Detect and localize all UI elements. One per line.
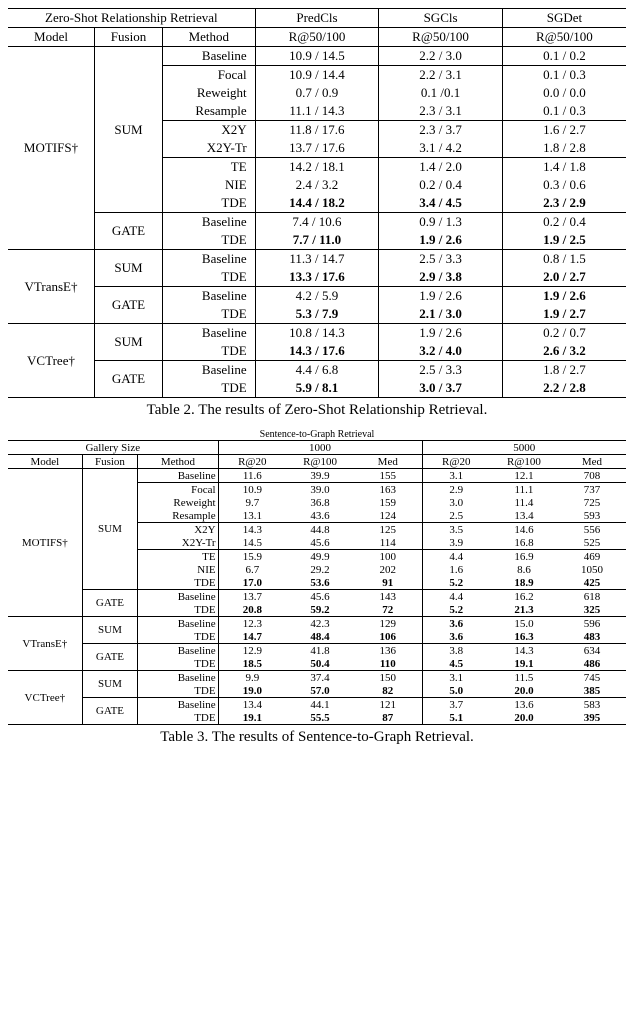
- table-sentence-to-graph: Gallery Size 1000 5000 Model Fusion Meth…: [8, 440, 626, 725]
- table3-caption: Table 3. The results of Sentence-to-Grap…: [8, 729, 626, 746]
- hdr-r-predcls: R@50/100: [255, 28, 379, 47]
- col-sgcls: SGCls: [379, 9, 503, 28]
- table-row: GATE Baseline 4.4 / 6.8 2.5 / 3.3 1.8 / …: [8, 361, 626, 380]
- model-vtranse: VTransE†: [8, 250, 95, 324]
- table-row: MOTIFS† SUM Baseline 11.639.9155 3.112.1…: [8, 469, 626, 483]
- hdr-5000: 5000: [422, 441, 626, 455]
- model-vctree: VCTree†: [8, 324, 95, 398]
- hdr-1000: 1000: [218, 441, 422, 455]
- col-sgdet: SGDet: [502, 9, 626, 28]
- table-row: VTransE† SUM Baseline 11.3 / 14.7 2.5 / …: [8, 250, 626, 269]
- hdr-model: Model: [8, 28, 95, 47]
- fusion-sum: SUM: [95, 47, 163, 213]
- hdr-fusion: Fusion: [95, 28, 163, 47]
- col-predcls: PredCls: [255, 9, 379, 28]
- header-spanner: Zero-Shot Relationship Retrieval: [8, 9, 255, 28]
- table2-caption: Table 2. The results of Zero-Shot Relati…: [8, 402, 626, 419]
- model-motifs: MOTIFS†: [8, 47, 95, 250]
- table-row: VCTree† SUM Baseline 10.8 / 14.3 1.9 / 2…: [8, 324, 626, 343]
- table-row: GATE Baseline 13.745.6143 4.416.2618: [8, 590, 626, 604]
- table-row: VCTree† SUM Baseline 9.937.4150 3.111.57…: [8, 671, 626, 685]
- table-zero-shot: Zero-Shot Relationship Retrieval PredCls…: [8, 8, 626, 398]
- table-row: GATE Baseline 13.444.1121 3.713.6583: [8, 698, 626, 712]
- table-row: VTransE† SUM Baseline 12.342.3129 3.615.…: [8, 617, 626, 631]
- hdr-gallery: Gallery Size: [8, 441, 218, 455]
- table-row: GATE Baseline 7.4 / 10.6 0.9 / 1.3 0.2 /…: [8, 213, 626, 232]
- hdr-r-sgcls: R@50/100: [379, 28, 503, 47]
- table-row: MOTIFS† SUM Baseline 10.9 / 14.5 2.2 / 3…: [8, 47, 626, 66]
- table-row: GATE Baseline 4.2 / 5.9 1.9 / 2.6 1.9 / …: [8, 287, 626, 306]
- hdr-r-sgdet: R@50/100: [502, 28, 626, 47]
- hdr-method: Method: [162, 28, 255, 47]
- fusion-gate: GATE: [95, 213, 163, 250]
- table-row: GATE Baseline 12.941.8136 3.814.3634: [8, 644, 626, 658]
- table3-subtitle: Sentence-to-Graph Retrieval: [8, 429, 626, 440]
